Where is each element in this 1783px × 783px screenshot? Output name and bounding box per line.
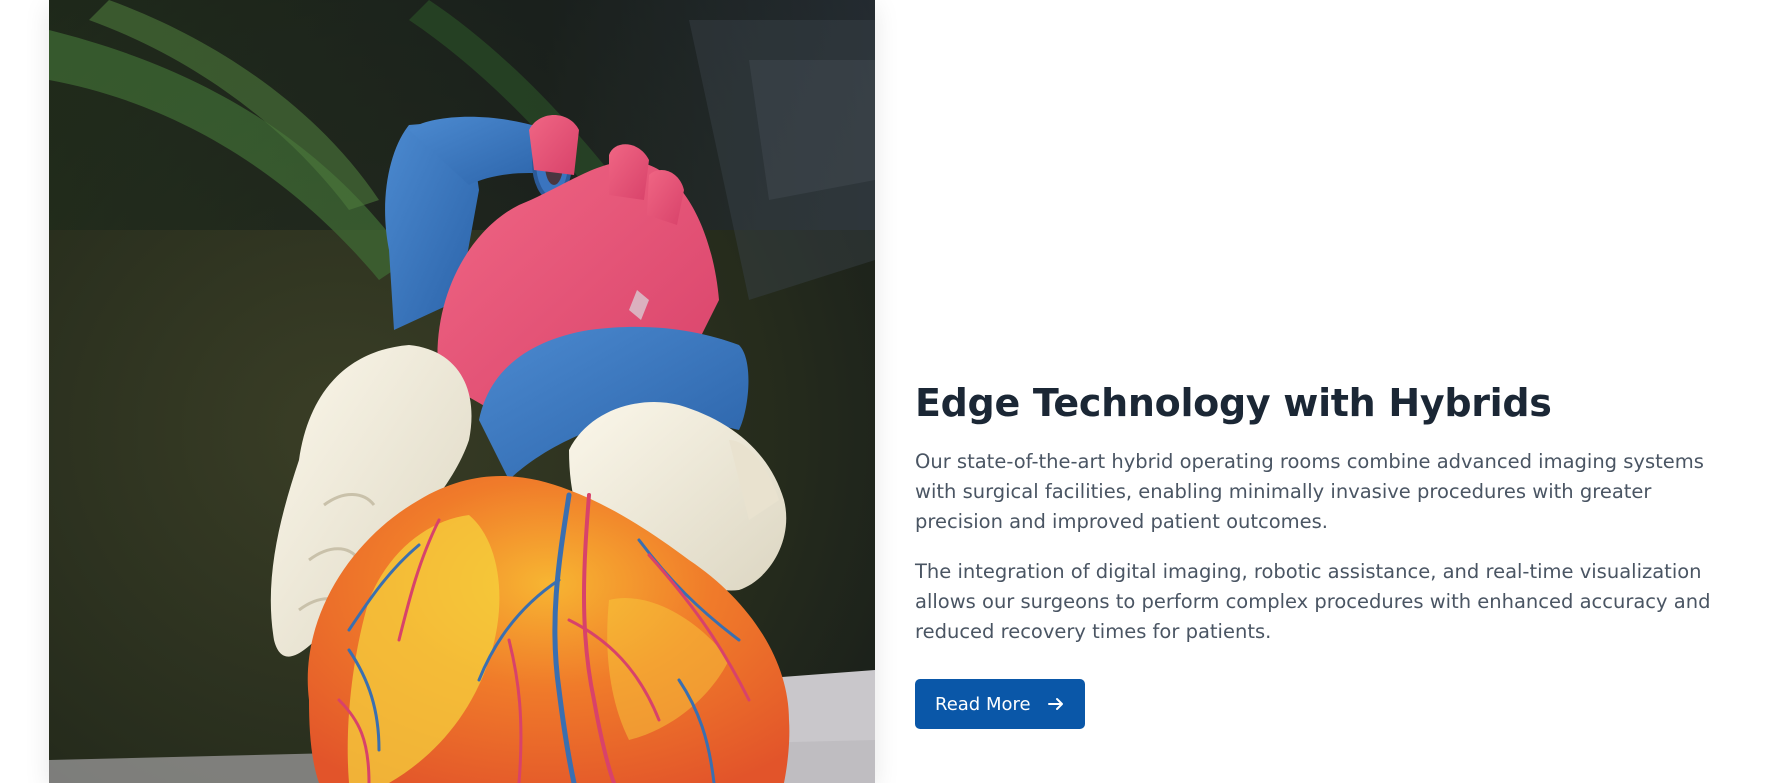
read-more-button[interactable]: Read More <box>915 679 1085 729</box>
feature-section: Edge Technology with Hybrids Our state-o… <box>0 0 1783 783</box>
read-more-label: Read More <box>935 693 1031 715</box>
arrow-right-icon <box>1047 695 1065 713</box>
section-heading: Edge Technology with Hybrids <box>915 381 1552 425</box>
paragraph-hybrid-rooms: Our state-of-the-art hybrid operating ro… <box>915 450 1704 533</box>
feature-content: Edge Technology with Hybrids Our state-o… <box>915 377 1735 729</box>
paragraph-integration: The integration of digital imaging, robo… <box>915 560 1711 643</box>
heart-model-image <box>49 0 875 783</box>
